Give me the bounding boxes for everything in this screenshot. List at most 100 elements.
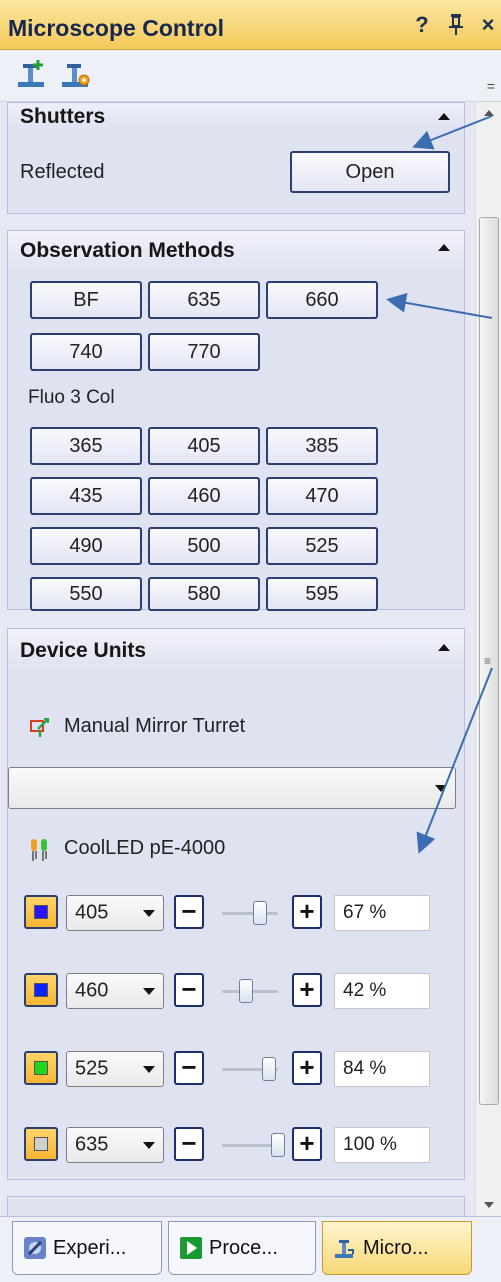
panel-title: Microscope Control <box>8 15 224 41</box>
wavelength-dropdown[interactable]: 405 <box>66 895 164 931</box>
observation-methods-title: Observation Methods <box>20 239 235 262</box>
led-channel-row: 405 − +67 % <box>8 893 466 933</box>
toolbar-overflow-button[interactable]: = <box>487 78 495 94</box>
scroll-up-icon[interactable] <box>484 110 494 116</box>
method-button-595[interactable]: 595 <box>266 577 378 611</box>
panel-title-bar: Microscope Control ? × <box>0 0 501 50</box>
wavelength-dropdown[interactable]: 460 <box>66 973 164 1009</box>
intensity-percent-field[interactable]: 100 % <box>334 1127 430 1163</box>
method-button-460[interactable]: 460 <box>148 477 260 515</box>
intensity-percent-field[interactable]: 42 % <box>334 973 430 1009</box>
channel-toggle-button[interactable] <box>24 895 58 929</box>
mirror-turret-icon <box>28 715 52 739</box>
method-button-490[interactable]: 490 <box>30 527 142 565</box>
chevron-down-icon <box>143 988 155 995</box>
device-units-title: Device Units <box>20 639 147 662</box>
scroll-thumb[interactable]: ≡ <box>479 217 499 1105</box>
method-button-550[interactable]: 550 <box>30 577 142 611</box>
intensity-slider-thumb[interactable] <box>239 979 253 1003</box>
shutters-header[interactable]: Shutters <box>8 103 464 131</box>
tab-process[interactable]: Proce... <box>168 1221 316 1275</box>
method-button-525[interactable]: 525 <box>266 527 378 565</box>
shutter-open-button[interactable]: Open <box>290 151 450 193</box>
tab-process-label: Proce... <box>209 1237 278 1259</box>
method-button-385[interactable]: 385 <box>266 427 378 465</box>
grip-icon: ≡ <box>484 654 492 668</box>
led-channel-row: 460 − +42 % <box>8 971 466 1011</box>
mirror-turret-dropdown[interactable] <box>8 767 456 809</box>
wavelength-dropdown[interactable]: 635 <box>66 1127 164 1163</box>
method-button-660[interactable]: 660 <box>266 281 378 319</box>
microscope-icon <box>335 1240 354 1258</box>
wavelength-value: 635 <box>75 1133 109 1156</box>
channel-toggle-button[interactable] <box>24 1051 58 1085</box>
device-units-header[interactable]: Device Units <box>8 629 464 669</box>
pin-icon[interactable] <box>446 12 466 40</box>
channel-color-swatch <box>34 1061 48 1075</box>
led-channel-row: 525 − +84 % <box>8 1049 466 1089</box>
fluo-3-col-label: Fluo 3 Col <box>28 387 115 408</box>
experiment-icon <box>24 1237 46 1259</box>
method-button-740[interactable]: 740 <box>30 333 142 371</box>
method-button-470[interactable]: 470 <box>266 477 378 515</box>
shutter-reflected-label: Reflected <box>20 161 105 183</box>
decrease-intensity-button[interactable]: − <box>174 1051 204 1085</box>
increase-intensity-button[interactable]: + <box>292 973 322 1007</box>
tab-microscope[interactable]: Micro... <box>322 1221 472 1275</box>
collapse-arrow-icon[interactable] <box>438 244 450 251</box>
decrease-intensity-button[interactable]: − <box>174 973 204 1007</box>
channel-color-swatch <box>34 983 48 997</box>
increase-intensity-button[interactable]: + <box>292 1127 322 1161</box>
collapse-arrow-icon[interactable] <box>438 113 450 120</box>
scroll-down-icon[interactable] <box>484 1202 494 1208</box>
microscope-settings-icon <box>62 64 90 87</box>
configure-microscope-tool-button[interactable] <box>58 58 94 92</box>
chevron-down-icon <box>143 1142 155 1149</box>
close-icon[interactable]: × <box>478 14 498 36</box>
method-button-580[interactable]: 580 <box>148 577 260 611</box>
collapse-arrow-icon[interactable] <box>438 644 450 651</box>
decrease-intensity-button[interactable]: − <box>174 1127 204 1161</box>
process-icon <box>180 1237 202 1259</box>
add-microscope-tool-button[interactable] <box>14 58 50 92</box>
intensity-percent-field[interactable]: 84 % <box>334 1051 430 1087</box>
intensity-slider-thumb[interactable] <box>262 1057 276 1081</box>
intensity-slider-thumb[interactable] <box>253 901 267 925</box>
method-button-405[interactable]: 405 <box>148 427 260 465</box>
method-button-770[interactable]: 770 <box>148 333 260 371</box>
shutters-section: Shutters Reflected Open <box>7 102 465 214</box>
next-section-header[interactable] <box>7 1196 465 1216</box>
observation-methods-header[interactable]: Observation Methods <box>8 231 464 271</box>
increase-intensity-button[interactable]: + <box>292 1051 322 1085</box>
chevron-down-icon <box>143 910 155 917</box>
intensity-slider[interactable] <box>222 912 278 915</box>
method-button-635[interactable]: 635 <box>148 281 260 319</box>
toolbar: = <box>0 50 501 102</box>
method-button-bf[interactable]: BF <box>30 281 142 319</box>
tab-bar: Experi... Proce... Micro... <box>0 1216 501 1282</box>
intensity-slider[interactable] <box>222 1144 278 1147</box>
channel-toggle-button[interactable] <box>24 973 58 1007</box>
tab-experiment-label: Experi... <box>53 1237 127 1259</box>
device-units-section: Device Units Manual Mirror Turret CoolLE… <box>7 628 465 1180</box>
microscope-add-icon <box>18 60 44 87</box>
increase-intensity-button[interactable]: + <box>292 895 322 929</box>
intensity-slider-thumb[interactable] <box>271 1133 285 1157</box>
method-button-435[interactable]: 435 <box>30 477 142 515</box>
channel-toggle-button[interactable] <box>24 1127 58 1161</box>
method-button-500[interactable]: 500 <box>148 527 260 565</box>
wavelength-dropdown[interactable]: 525 <box>66 1051 164 1087</box>
wavelength-value: 525 <box>75 1057 109 1080</box>
wavelength-value: 460 <box>75 979 109 1002</box>
vertical-scrollbar[interactable]: ≡ <box>475 102 501 1216</box>
tab-experiment[interactable]: Experi... <box>12 1221 162 1275</box>
led-channel-row: 635 − +100 % <box>8 1125 466 1165</box>
coolled-label: CoolLED pE-4000 <box>64 837 226 859</box>
channel-color-swatch <box>34 1137 48 1151</box>
intensity-percent-field[interactable]: 67 % <box>334 895 430 931</box>
wavelength-value: 405 <box>75 901 109 924</box>
method-button-365[interactable]: 365 <box>30 427 142 465</box>
led-icon <box>28 837 52 863</box>
decrease-intensity-button[interactable]: − <box>174 895 204 929</box>
help-icon[interactable]: ? <box>412 14 432 36</box>
